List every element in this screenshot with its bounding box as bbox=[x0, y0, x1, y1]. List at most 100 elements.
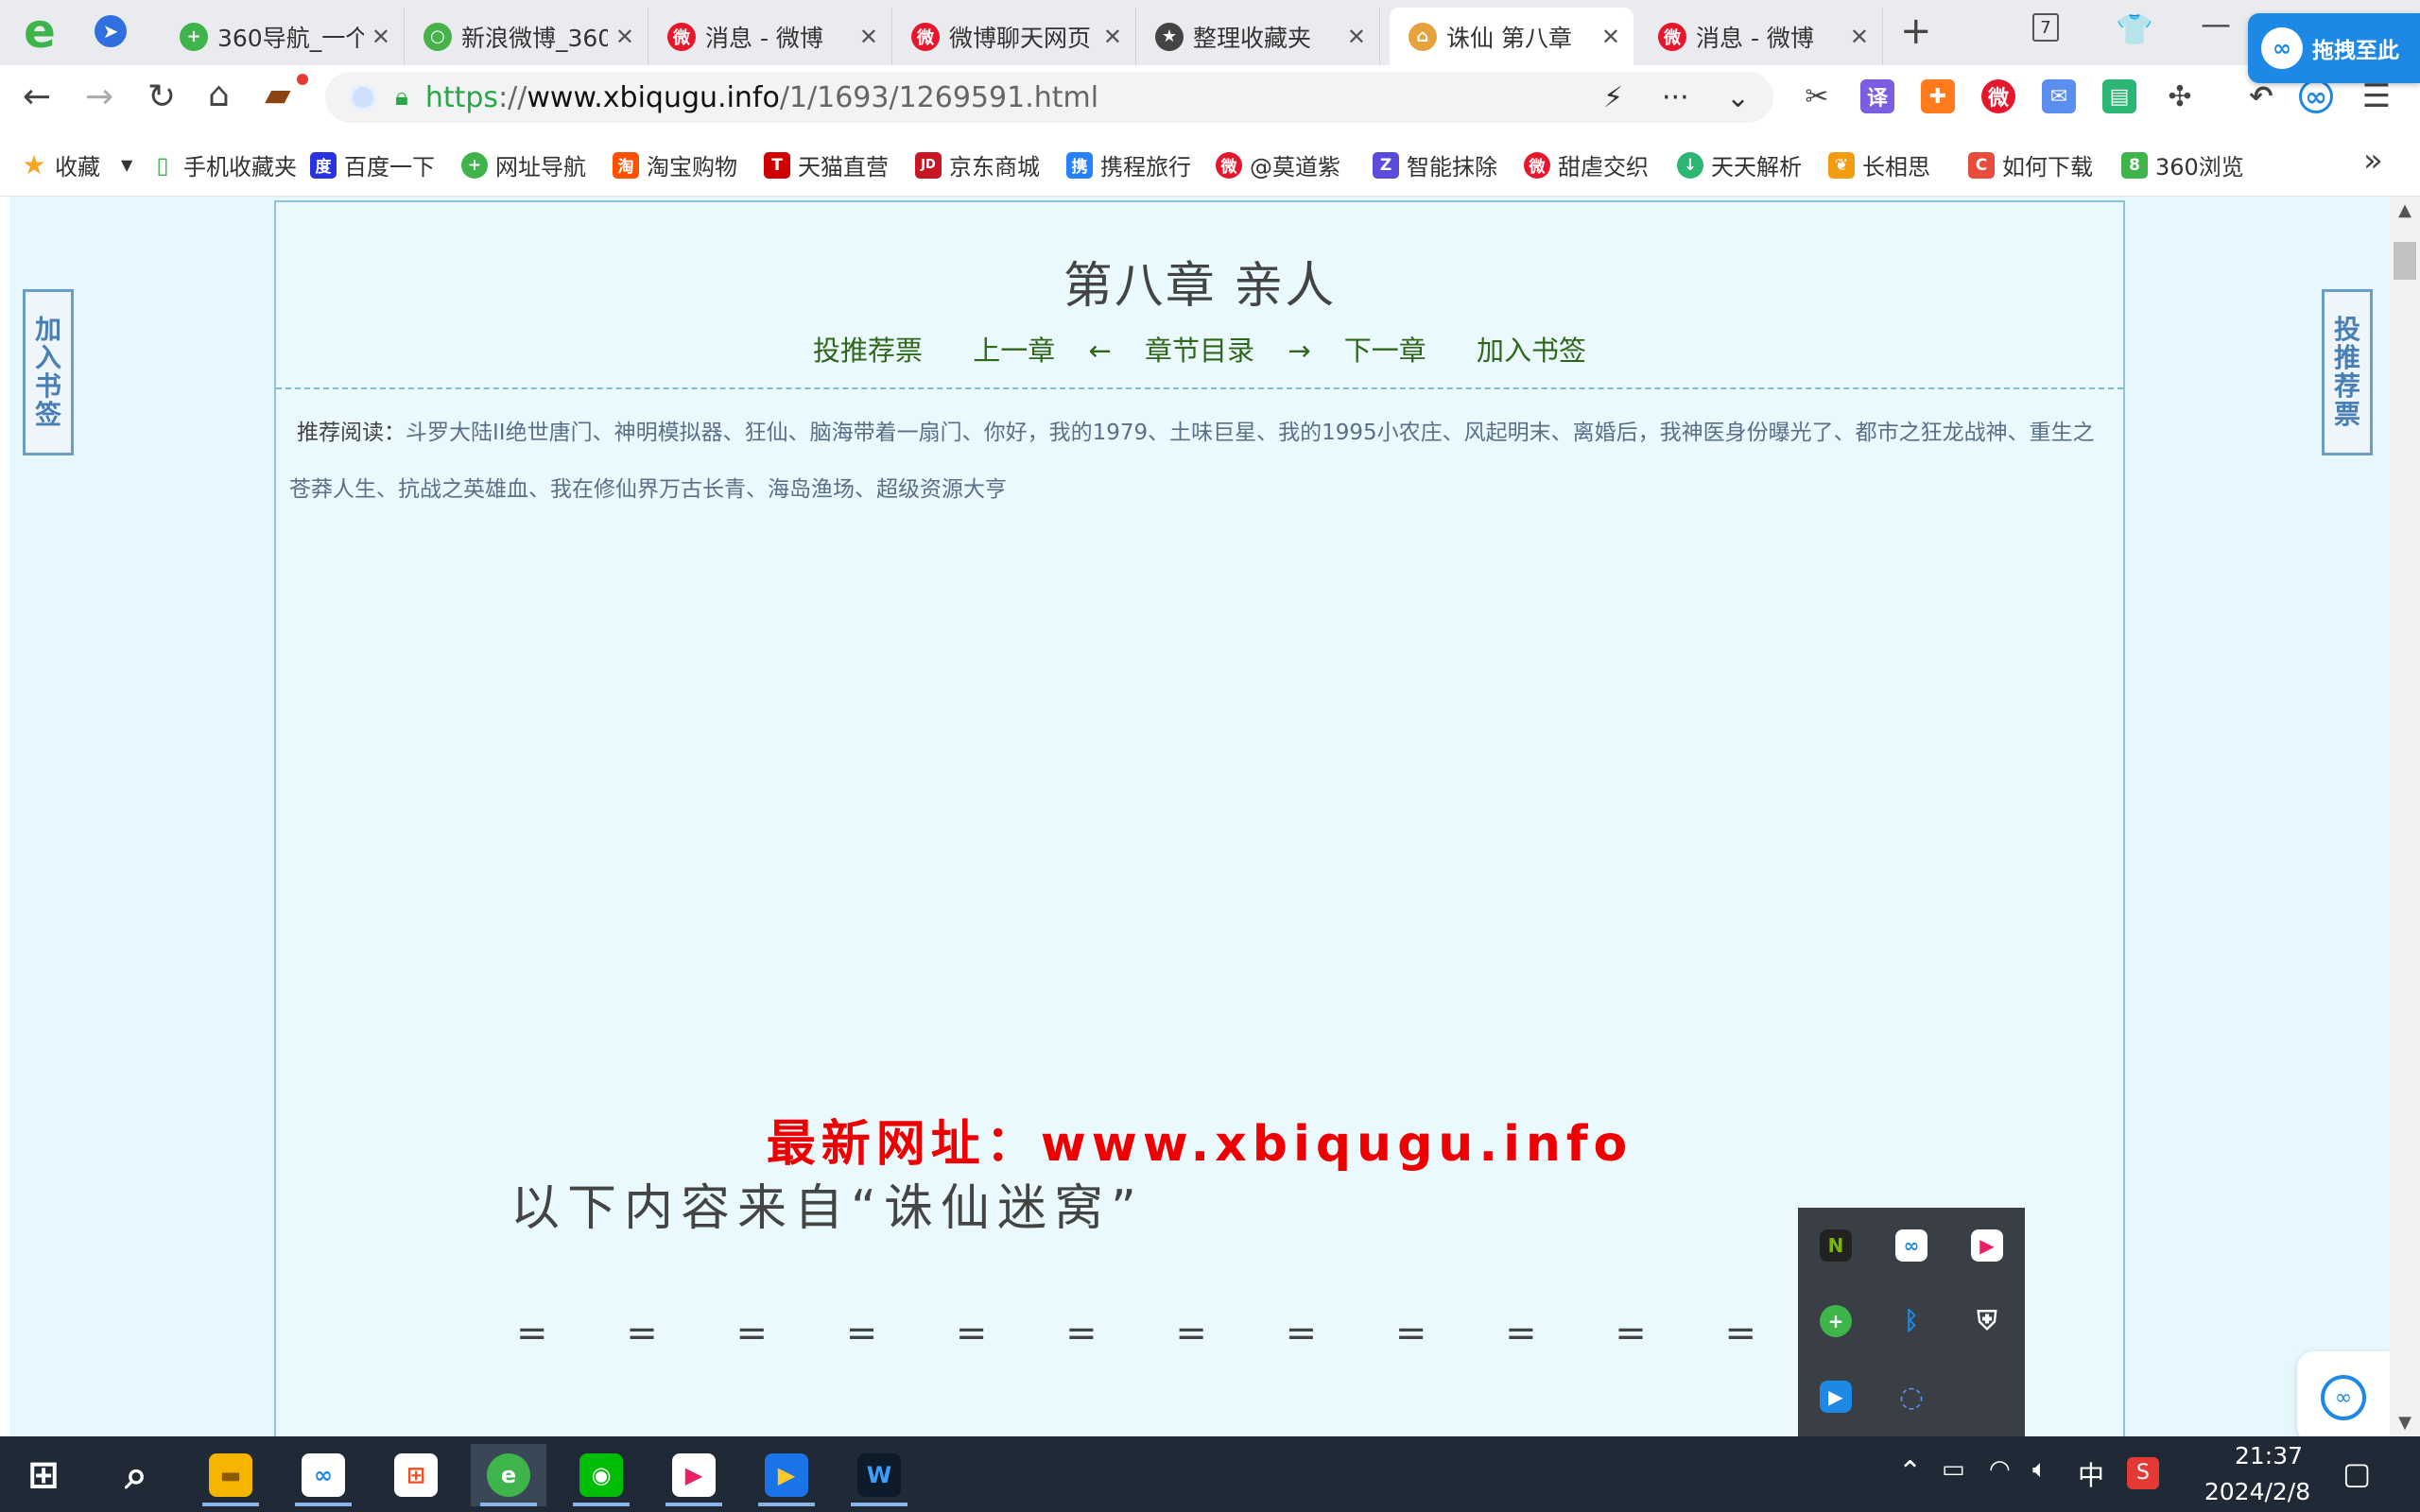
bookmark-360-browser[interactable]: 8 360浏览 bbox=[2121, 148, 2244, 181]
previous-chapter-link[interactable]: 上一章 bbox=[973, 335, 1055, 367]
bookmark-ctrip[interactable]: 携 携程旅行 bbox=[1066, 148, 1191, 181]
show-hidden-icons-button[interactable]: ⌃ bbox=[1898, 1455, 1922, 1488]
iqiyi-taskbar[interactable]: ◉ bbox=[563, 1444, 639, 1506]
scroll-up-icon[interactable]: ▲ bbox=[2390, 200, 2420, 220]
tray-item[interactable]: ⛨ bbox=[1949, 1283, 2025, 1359]
tab-zhuxian-chapter[interactable]: ⌂ 诛仙 第八章 ✕ bbox=[1390, 8, 1634, 65]
bookmark-modaozi[interactable]: 微 @莫道紫 bbox=[1216, 148, 1348, 181]
close-tab-icon[interactable]: ✕ bbox=[1601, 24, 1620, 50]
search-button[interactable]: ⌕ bbox=[98, 1444, 174, 1506]
tab-sina-weibo[interactable]: ○ 新浪微博_360 ✕ bbox=[405, 8, 648, 65]
next-chapter-link[interactable]: 下一章 bbox=[1344, 335, 1426, 367]
pinned-tab-icon[interactable]: ➤ bbox=[95, 15, 127, 47]
bookmark-how-download[interactable]: C 如何下载 bbox=[1968, 148, 2097, 181]
menu-hamburger-icon[interactable]: ☰ bbox=[2360, 77, 2394, 115]
close-tab-icon[interactable]: ✕ bbox=[372, 24, 390, 50]
mail-icon[interactable]: ✉ bbox=[2042, 79, 2076, 113]
phone-icon: ▯ bbox=[156, 151, 169, 179]
tab-360-nav[interactable]: + 360导航_一个 ✕ bbox=[161, 8, 405, 65]
vote-recommend-side-button[interactable]: 投 推 荐 票 bbox=[2322, 289, 2373, 455]
add-bookmark-link[interactable]: 加入书签 bbox=[1477, 335, 1586, 367]
youku-taskbar[interactable]: ▶ bbox=[656, 1444, 732, 1506]
tray-item[interactable]: ᛒ bbox=[1874, 1283, 1949, 1359]
tab-count-button[interactable]: 7 bbox=[2032, 13, 2059, 42]
bookmarks-more-icon[interactable]: » bbox=[2363, 142, 2383, 180]
bookmark-site-nav[interactable]: + 网址导航 bbox=[461, 148, 586, 181]
weibo-icon[interactable]: 微 bbox=[1981, 79, 2015, 113]
back-arrow-icon[interactable]: ← bbox=[23, 77, 51, 116]
bookmark-baidu[interactable]: 度 百度一下 bbox=[310, 148, 435, 181]
bookmark-mobile[interactable]: ▯ 手机收藏夹 bbox=[149, 148, 297, 181]
bookmark-tiannue[interactable]: 微 甜虐交织 bbox=[1524, 148, 1656, 181]
bookmark-changxiangsi[interactable]: ❦ 长相思 bbox=[1828, 148, 1945, 181]
vote-recommend-link[interactable]: 投推荐票 bbox=[813, 335, 923, 367]
extensions-puzzle-icon[interactable]: ✣ bbox=[2163, 79, 2197, 113]
sogou-ime-icon[interactable]: S bbox=[2127, 1457, 2159, 1489]
tray-item[interactable]: ∞ bbox=[1874, 1208, 1949, 1283]
wps-taskbar[interactable]: W bbox=[841, 1444, 917, 1506]
scissors-icon[interactable]: ✂ bbox=[1800, 79, 1834, 113]
360-browser-icon: e bbox=[487, 1453, 530, 1497]
tray-item[interactable]: ▶ bbox=[1798, 1359, 1874, 1435]
battery-icon[interactable]: ▭ bbox=[1942, 1455, 1965, 1484]
chevron-down-icon[interactable]: ⌄ bbox=[1726, 81, 1750, 114]
bookmark-favorites[interactable]: ★ 收藏 ▼ bbox=[21, 148, 132, 181]
ime-indicator[interactable]: 中 bbox=[2078, 1455, 2104, 1493]
caret-down-icon[interactable]: ▼ bbox=[121, 156, 132, 174]
scroll-thumb[interactable] bbox=[2394, 242, 2416, 280]
game-controller-icon[interactable]: ✚ bbox=[1921, 79, 1955, 113]
close-tab-icon[interactable]: ✕ bbox=[615, 24, 634, 50]
bookmark-jd[interactable]: JD 京东商城 bbox=[915, 148, 1040, 181]
chapter-list-link[interactable]: 章节目录 bbox=[1145, 335, 1254, 367]
tab-weibo-chat[interactable]: 微 微博聊天网页 ✕ bbox=[892, 8, 1136, 65]
close-tab-icon[interactable]: ✕ bbox=[1347, 24, 1366, 50]
tab-weibo-messages-2[interactable]: 微 消息 - 微博 ✕ bbox=[1639, 8, 1883, 65]
recommend-links[interactable]: 斗罗大陆II绝世唐门、神明模拟器、狂仙、脑海带着一扇门、你好，我的1979、土味… bbox=[289, 421, 2095, 502]
translate-icon[interactable]: 译 bbox=[1860, 79, 1894, 113]
lightning-icon[interactable]: ⚡︎ bbox=[1603, 81, 1623, 114]
clock-time[interactable]: 21:37 bbox=[2203, 1442, 2335, 1469]
tab-weibo-messages[interactable]: 微 消息 - 微博 ✕ bbox=[648, 8, 892, 65]
wifi-icon[interactable]: ◠ bbox=[1989, 1455, 2011, 1484]
minimize-button[interactable]: — bbox=[2201, 6, 2231, 42]
start-button[interactable]: ⊞ bbox=[6, 1444, 81, 1506]
bookmark-tmall[interactable]: T 天猫直营 bbox=[764, 148, 889, 181]
forward-arrow-icon[interactable]: → bbox=[85, 77, 113, 116]
add-bookmark-side-button[interactable]: 加 入 书 签 bbox=[23, 289, 74, 455]
notebook-icon[interactable]: ▤ bbox=[2102, 79, 2136, 113]
home-icon[interactable]: ⌂ bbox=[208, 76, 230, 114]
more-dots-icon[interactable]: ··· bbox=[1662, 81, 1689, 114]
volume-icon[interactable]: 🔈︎ bbox=[2032, 1455, 2048, 1485]
browser-logo-icon[interactable]: e bbox=[13, 4, 66, 59]
drag-search-widget[interactable]: ∞ 拖拽至此 bbox=[2248, 13, 2420, 83]
close-tab-icon[interactable]: ✕ bbox=[1850, 24, 1869, 50]
toolbox-briefcase-icon[interactable]: ▰ bbox=[265, 76, 291, 114]
scroll-down-icon[interactable]: ▼ bbox=[2390, 1413, 2420, 1433]
baidu-netdisk-icon: ∞ bbox=[2321, 1375, 2366, 1420]
tray-item[interactable]: + bbox=[1798, 1283, 1874, 1359]
clock-date[interactable]: 2024/2/8 bbox=[2191, 1478, 2324, 1505]
tray-item[interactable]: N bbox=[1798, 1208, 1874, 1283]
bookmark-smart-erase[interactable]: Z 智能抹除 bbox=[1373, 148, 1499, 181]
360-browser-taskbar[interactable]: e bbox=[471, 1444, 546, 1506]
tray-item[interactable]: ▶ bbox=[1949, 1208, 2025, 1283]
baidu-netdisk-toolbar-icon[interactable]: ∞ bbox=[2299, 79, 2333, 113]
ms-store-taskbar[interactable]: ⊞ bbox=[378, 1444, 454, 1506]
tab-organize-favorites[interactable]: ★ 整理收藏夹 ✕ bbox=[1136, 8, 1380, 65]
tray-item[interactable]: ◌ bbox=[1874, 1359, 1949, 1435]
undo-icon[interactable]: ↶ bbox=[2244, 79, 2278, 113]
bookmark-tiantian-parse[interactable]: ↓ 天天解析 bbox=[1677, 148, 1804, 181]
reload-icon[interactable]: ↻ bbox=[147, 77, 176, 116]
close-tab-icon[interactable]: ✕ bbox=[1103, 24, 1122, 50]
address-bar[interactable]: 🔒︎ https://www.xbiqugu.info/1/1693/12695… bbox=[325, 72, 1773, 123]
skin-shirt-icon[interactable]: 👕 bbox=[2116, 11, 2153, 47]
floating-netdisk-button[interactable]: ∞ bbox=[2297, 1351, 2390, 1436]
media-player-taskbar[interactable]: ▶ bbox=[749, 1444, 824, 1506]
bookmark-taobao[interactable]: 淘 淘宝购物 bbox=[613, 148, 737, 181]
notifications-icon[interactable]: ▢ bbox=[2342, 1455, 2371, 1491]
vertical-scrollbar[interactable]: ▲ ▼ bbox=[2390, 197, 2420, 1436]
new-tab-button[interactable]: + bbox=[1900, 9, 1932, 53]
baidu-netdisk-taskbar[interactable]: ∞ bbox=[285, 1444, 361, 1506]
file-explorer-taskbar[interactable]: ▬ bbox=[193, 1444, 268, 1506]
close-tab-icon[interactable]: ✕ bbox=[859, 24, 878, 50]
